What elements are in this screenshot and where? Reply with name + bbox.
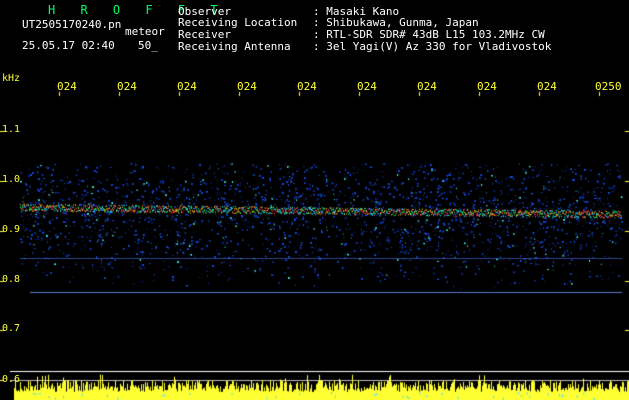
freq-tick: 0.8 xyxy=(2,274,21,285)
antenna-value: : 3el Yagi(V) Az 330 for Vladivostok xyxy=(313,40,552,53)
time-tick: 024 xyxy=(117,80,137,93)
time-tick: 024 xyxy=(297,80,317,93)
date-time: 25.05.17 02:40 xyxy=(22,39,115,52)
time-tick: 024 xyxy=(477,80,497,93)
freq-tick: 0.9 xyxy=(2,224,21,235)
time-tick: 024 xyxy=(237,80,257,93)
time-tick: 024 xyxy=(357,80,377,93)
freq-tick: 0.6 xyxy=(2,374,21,385)
time-tick: 024 xyxy=(57,80,77,93)
time-tick: 024 xyxy=(177,80,197,93)
count-value: 50_ xyxy=(138,39,158,52)
time-tick: 0250 xyxy=(595,80,622,93)
antenna-label: Receiving Antenna xyxy=(178,40,291,53)
time-tick: 024 xyxy=(417,80,437,93)
freq-tick: 0.7 xyxy=(2,323,21,334)
spectrogram-canvas xyxy=(0,0,629,400)
freq-unit-label: kHz xyxy=(2,73,21,84)
freq-tick: 1.0 xyxy=(2,174,21,185)
time-tick: 024 xyxy=(537,80,557,93)
image-filename: UT2505170240.pn xyxy=(22,18,122,31)
freq-tick: 1.1 xyxy=(2,124,21,135)
mode-label: meteor xyxy=(125,25,165,38)
